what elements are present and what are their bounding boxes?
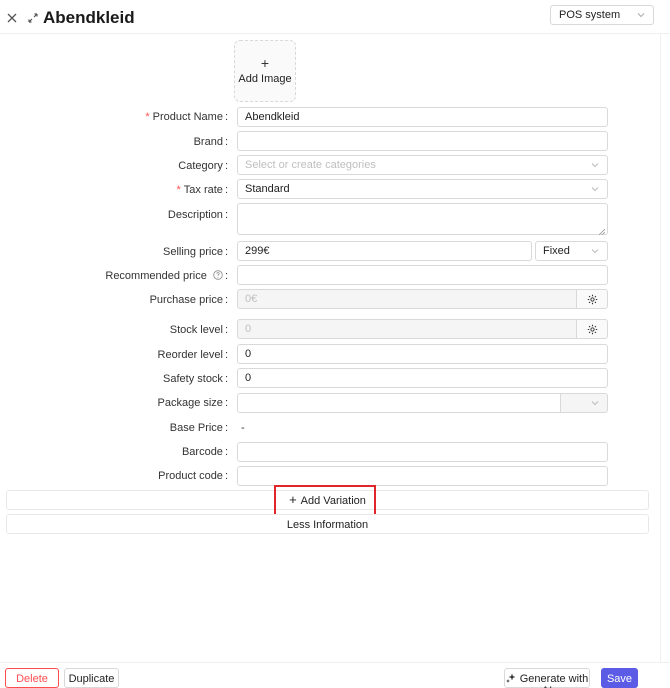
barcode-input[interactable]: [237, 442, 608, 462]
chevron-down-icon: [590, 184, 600, 194]
price-type-select[interactable]: Fixed: [535, 241, 608, 261]
safety-stock-input[interactable]: 0: [237, 368, 608, 388]
required-mark: *: [145, 111, 150, 123]
chevron-down-icon: [590, 246, 600, 256]
add-variation-button[interactable]: + Add Variation: [6, 490, 649, 510]
channel-select-value: POS system: [559, 9, 621, 21]
tax-rate-select[interactable]: Standard: [237, 179, 608, 199]
category-label: Category:: [178, 160, 228, 172]
package-size-input[interactable]: [237, 393, 561, 413]
gear-icon: [587, 294, 598, 305]
close-icon[interactable]: [5, 11, 19, 25]
help-icon[interactable]: [213, 270, 223, 280]
safety-stock-label: Safety stock:: [163, 373, 228, 385]
add-image-button[interactable]: + Add Image: [234, 40, 296, 102]
required-mark: *: [176, 184, 181, 196]
add-image-label: Add Image: [238, 73, 292, 85]
description-label: Description:: [167, 209, 228, 221]
delete-button[interactable]: Delete: [5, 668, 59, 688]
recommended-price-input[interactable]: [237, 265, 608, 285]
package-size-label: Package size:: [157, 397, 229, 409]
category-select[interactable]: Select or create categories: [237, 155, 608, 175]
duplicate-button[interactable]: Duplicate: [64, 668, 119, 688]
chevron-down-icon: [590, 160, 600, 170]
selling-price-label: Selling price:: [163, 246, 228, 258]
drawer-footer: Delete Duplicate Generate with AI Save: [0, 662, 670, 688]
generate-ai-label: Generate with AI: [519, 673, 589, 688]
product-code-label: Product code:: [158, 470, 228, 482]
base-price-value: -: [241, 422, 245, 434]
brand-label: Brand:: [193, 136, 228, 148]
channel-select[interactable]: POS system: [550, 5, 654, 25]
product-name-input[interactable]: Abendkleid: [237, 107, 608, 127]
chevron-down-icon: [636, 10, 646, 20]
less-information-button[interactable]: Less Information: [6, 514, 649, 534]
resize-handle-icon[interactable]: [598, 226, 606, 236]
generate-ai-button[interactable]: Generate with AI: [504, 668, 590, 688]
save-button[interactable]: Save: [601, 668, 638, 688]
description-textarea[interactable]: [237, 203, 608, 236]
scrollbar[interactable]: [660, 34, 661, 662]
sparkle-icon: [505, 673, 516, 683]
recommended-price-label: Recommended price :: [105, 270, 228, 282]
purchase-price-label: Purchase price:: [149, 294, 228, 306]
barcode-label: Barcode:: [181, 446, 228, 458]
stock-level-input[interactable]: 0: [237, 319, 577, 339]
package-unit-select[interactable]: [560, 393, 608, 413]
expand-icon[interactable]: [26, 11, 40, 25]
less-information-label: Less Information: [286, 519, 369, 531]
stock-level-label: Stock level:: [169, 324, 228, 336]
page-title: Abendkleid: [43, 8, 135, 27]
drawer-header: Abendkleid POS system: [0, 0, 670, 34]
base-price-label: Base Price:: [169, 422, 228, 434]
plus-icon: +: [260, 55, 270, 71]
gear-icon: [587, 324, 598, 335]
add-variation-label: Add Variation: [300, 495, 366, 507]
selling-price-input[interactable]: 299€: [237, 241, 532, 261]
chevron-down-icon: [590, 398, 600, 408]
purchase-price-settings-button[interactable]: [576, 289, 608, 309]
reorder-level-input[interactable]: 0: [237, 344, 608, 364]
product-code-input[interactable]: [237, 466, 608, 486]
stock-level-settings-button[interactable]: [576, 319, 608, 339]
product-name-label: * Product Name:: [145, 111, 228, 123]
tax-rate-label: * Tax rate:: [176, 184, 228, 196]
purchase-price-input[interactable]: 0€: [237, 289, 577, 309]
category-placeholder: Select or create categories: [245, 159, 376, 171]
tax-rate-value: Standard: [245, 183, 290, 195]
brand-input[interactable]: [237, 131, 608, 151]
reorder-level-label: Reorder level:: [157, 349, 228, 361]
plus-icon: +: [289, 492, 297, 507]
price-type-value: Fixed: [543, 245, 570, 257]
